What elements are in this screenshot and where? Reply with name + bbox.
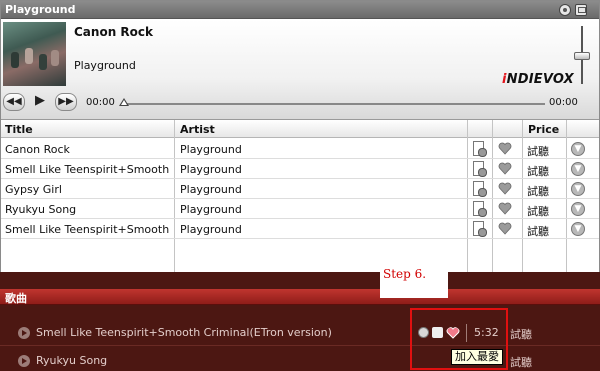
table-row[interactable]: Ryukyu Song Playground 試聽 ▼ <box>1 199 599 219</box>
table-row[interactable]: Smell Like Teenspirit+Smooth C Playground… <box>1 159 599 179</box>
step-label: Step 6. <box>383 267 427 281</box>
favorite-heart-icon[interactable] <box>498 202 512 215</box>
track-table: Title Artist Price Canon Rock Playground 試… <box>1 119 599 273</box>
now-playing-title: Canon Rock <box>74 25 153 39</box>
add-to-playlist-icon[interactable] <box>473 161 487 177</box>
add-favorite-tooltip: 加入最愛 <box>451 349 503 365</box>
duration-time: 00:00 <box>549 97 578 108</box>
progress-knob[interactable] <box>119 98 129 106</box>
window-icon[interactable] <box>575 4 587 16</box>
download-icon[interactable]: ▼ <box>571 142 585 156</box>
row-title[interactable]: Canon Rock <box>5 143 173 156</box>
favorite-heart-icon[interactable] <box>498 162 512 175</box>
volume-slider-knob[interactable] <box>574 52 590 60</box>
song-panel-header: 歌曲 <box>0 289 600 305</box>
row-title[interactable]: Smell Like Teenspirit+Smooth C <box>5 223 173 236</box>
song-panel-row[interactable]: Smell Like Teenspirit+Smooth Criminal(ET… <box>0 320 600 346</box>
song-panel-row[interactable]: Ryukyu Song 試聽 <box>0 348 600 371</box>
row-artist[interactable]: Playground <box>180 143 465 156</box>
add-to-playlist-icon[interactable] <box>473 201 487 217</box>
add-to-playlist-icon[interactable] <box>473 221 487 237</box>
row-title[interactable]: Smell Like Teenspirit+Smooth C <box>5 163 173 176</box>
widget-titlebar: Playground <box>1 1 599 19</box>
favorite-heart-icon[interactable] <box>498 182 512 195</box>
table-header: Title Artist Price <box>1 120 599 138</box>
add-to-playlist-icon[interactable] <box>473 181 487 197</box>
progress-track[interactable] <box>122 103 545 105</box>
song-panel-row-title[interactable]: Smell Like Teenspirit+Smooth Criminal(ET… <box>36 326 332 339</box>
indievox-logo: iNDIEVOX <box>502 72 574 87</box>
add-to-playlist-icon[interactable] <box>473 141 487 157</box>
play-button[interactable]: ▶ <box>29 93 51 111</box>
download-icon[interactable]: ▼ <box>571 222 585 236</box>
row-price[interactable]: 試聽 <box>527 203 549 219</box>
download-icon[interactable]: ▼ <box>571 202 585 216</box>
row-artist[interactable]: Playground <box>180 183 465 196</box>
row-artist[interactable]: Playground <box>180 163 465 176</box>
table-row[interactable]: Gypsy Girl Playground 試聽 ▼ <box>1 179 599 199</box>
table-row[interactable]: Canon Rock Playground 試聽 ▼ <box>1 139 599 159</box>
now-playing-artist: Playground <box>74 59 136 72</box>
play-icon[interactable] <box>18 327 30 339</box>
row-artist[interactable]: Playground <box>180 203 465 216</box>
play-icon[interactable] <box>18 355 30 367</box>
row-price[interactable]: 試聽 <box>527 143 549 159</box>
rewind-button[interactable]: ◀◀ <box>3 93 25 111</box>
row-price[interactable]: 試聽 <box>527 223 549 239</box>
row-price[interactable]: 試聽 <box>527 163 549 179</box>
row-title[interactable]: Gypsy Girl <box>5 183 173 196</box>
player-widget: Playground Canon Rock Playground iNDIEVO… <box>0 0 600 273</box>
song-panel-row-price[interactable]: 試聽 <box>510 326 532 342</box>
song-panel: 歌曲 Smell Like Teenspirit+Smooth Criminal… <box>0 272 600 371</box>
current-time: 00:00 <box>86 97 115 108</box>
fast-forward-button[interactable]: ▶▶ <box>55 93 77 111</box>
favorite-heart-icon[interactable] <box>498 142 512 155</box>
widget-title: Playground <box>5 3 76 16</box>
step-annotation: Step 6. <box>380 262 448 298</box>
favorite-heart-icon[interactable] <box>498 222 512 235</box>
row-title[interactable]: Ryukyu Song <box>5 203 173 216</box>
header-price[interactable]: Price <box>528 123 559 136</box>
song-panel-row-price[interactable]: 試聽 <box>510 354 532 370</box>
row-artist[interactable]: Playground <box>180 223 465 236</box>
header-title[interactable]: Title <box>5 123 33 136</box>
table-row[interactable]: Smell Like Teenspirit+Smooth C Playground… <box>1 219 599 239</box>
now-playing-panel: Canon Rock Playground iNDIEVOX ◀◀ ▶ ▶▶ 0… <box>1 20 599 119</box>
row-price[interactable]: 試聽 <box>527 183 549 199</box>
album-art <box>3 22 66 86</box>
header-artist[interactable]: Artist <box>180 123 215 136</box>
song-panel-title: 歌曲 <box>5 292 27 305</box>
download-icon[interactable]: ▼ <box>571 182 585 196</box>
download-icon[interactable]: ▼ <box>571 162 585 176</box>
song-panel-row-title[interactable]: Ryukyu Song <box>36 354 107 367</box>
settings-icon[interactable] <box>559 4 571 16</box>
